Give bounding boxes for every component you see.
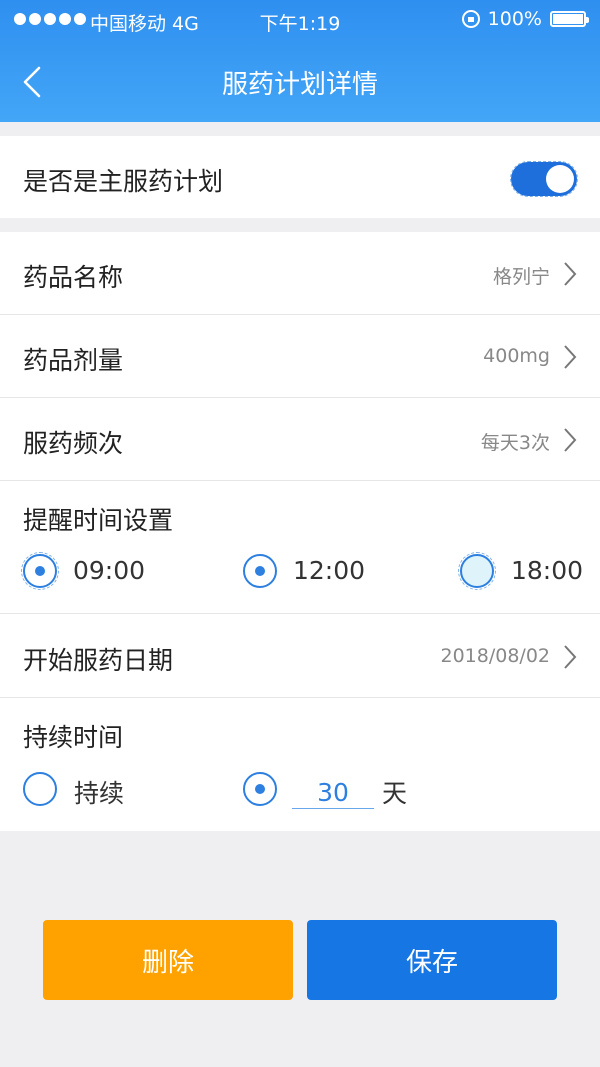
drug-dose-row[interactable]: 药品剂量 400mg	[0, 315, 600, 398]
chevron-right-icon	[564, 345, 577, 369]
drug-name-row[interactable]: 药品名称 格列宁	[0, 232, 600, 315]
reminder-time-radio-2[interactable]	[243, 554, 277, 588]
status-right: 100%	[461, 8, 589, 30]
duration-continuous-label: 持续	[74, 779, 125, 808]
drug-dose-label: 药品剂量	[23, 346, 124, 375]
rotation-lock-icon	[461, 10, 480, 28]
battery-percent: 100%	[487, 8, 542, 30]
chevron-right-icon	[564, 645, 577, 669]
chevron-left-icon[interactable]	[18, 64, 48, 100]
duration-row: 持续时间 持续 天	[0, 698, 600, 831]
drug-frequency-value: 每天3次	[480, 432, 550, 454]
start-date-value: 2018/08/02	[440, 645, 550, 667]
duration-days-input[interactable]	[292, 777, 374, 809]
reminder-time-row: 提醒时间设置 09:00 12:00 18:00	[0, 481, 600, 614]
reminder-time-label: 提醒时间设置	[23, 506, 174, 535]
main-plan-toggle[interactable]	[510, 161, 578, 197]
duration-days-unit: 天	[382, 779, 408, 808]
duration-continuous-radio[interactable]	[23, 772, 57, 806]
reminder-time-label-1: 09:00	[73, 556, 146, 585]
drug-name-value: 格列宁	[492, 266, 550, 288]
chevron-right-icon	[564, 262, 577, 286]
plan-details-section: 药品名称 格列宁 药品剂量 400mg 服药频次 每天3次 提醒时间设置 09:…	[0, 232, 600, 831]
battery-icon	[550, 11, 589, 27]
status-bar: 中国移动 4G 下午1:19 100%	[0, 0, 600, 40]
header: 中国移动 4G 下午1:19 100% 服药计划详情	[0, 0, 600, 122]
reminder-time-label-3: 18:00	[511, 556, 584, 585]
reminder-time-radio-1[interactable]	[21, 552, 59, 590]
drug-frequency-label: 服药频次	[23, 429, 124, 458]
delete-button[interactable]: 删除	[43, 920, 293, 1000]
save-button[interactable]: 保存	[307, 920, 557, 1000]
chevron-right-icon	[564, 428, 577, 452]
start-date-row[interactable]: 开始服药日期 2018/08/02	[0, 614, 600, 698]
reminder-time-radio-3[interactable]	[458, 552, 496, 590]
duration-label: 持续时间	[23, 723, 124, 752]
main-plan-section: 是否是主服药计划	[0, 136, 600, 218]
page-title: 服药计划详情	[221, 70, 378, 100]
reminder-time-label-2: 12:00	[293, 556, 366, 585]
toggle-knob	[546, 165, 574, 193]
drug-frequency-row[interactable]: 服药频次 每天3次	[0, 398, 600, 481]
start-date-label: 开始服药日期	[23, 646, 174, 675]
main-plan-label: 是否是主服药计划	[23, 167, 224, 196]
drug-dose-value: 400mg	[483, 345, 550, 367]
duration-days-radio[interactable]	[243, 772, 277, 806]
drug-name-label: 药品名称	[23, 263, 124, 292]
